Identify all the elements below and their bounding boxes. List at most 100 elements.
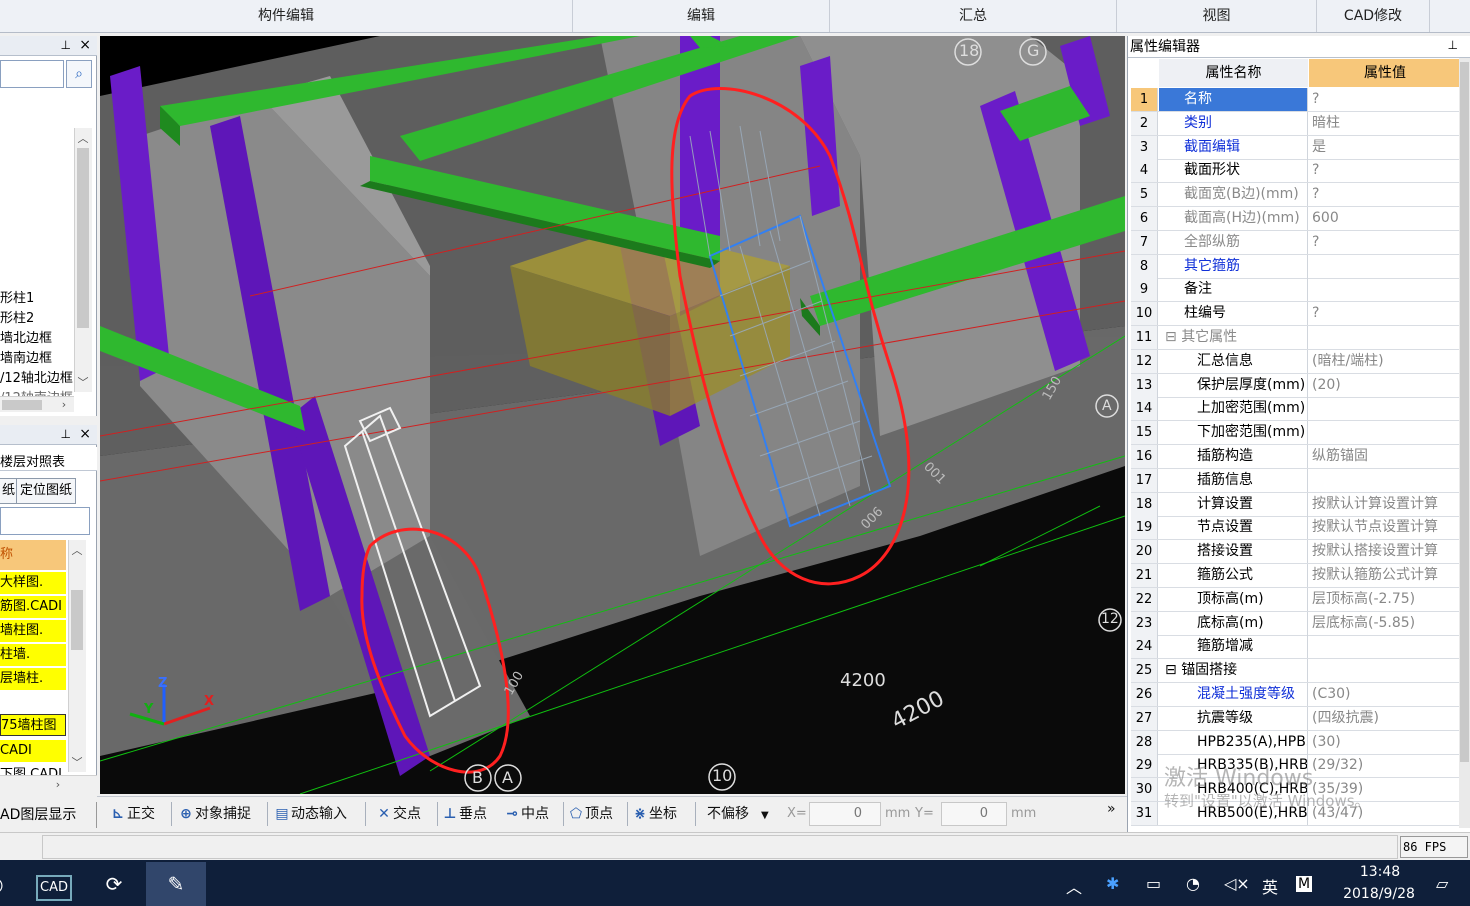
property-row[interactable]: 20 搭接设置 按默认搭接设置计算 (1131, 540, 1461, 565)
property-scrollbar[interactable] (1459, 58, 1470, 828)
property-row[interactable]: 2 类别 暗柱 (1131, 111, 1461, 136)
property-value[interactable] (1309, 659, 1459, 682)
property-row[interactable]: 21 箍筋公式 按默认箍筋公式计算 (1131, 564, 1461, 588)
notification-icon[interactable]: ▱ (1436, 874, 1448, 893)
property-value[interactable]: ? (1309, 88, 1459, 111)
wifi-icon[interactable]: ◔ (1186, 874, 1200, 893)
property-value[interactable]: ? (1309, 302, 1459, 325)
clock-time[interactable]: 13:48 (1350, 864, 1410, 880)
property-row[interactable]: 5 截面宽(B边)(mm)? (1131, 183, 1461, 208)
property-row[interactable]: 13 保护层厚度(mm) (20) (1131, 373, 1461, 398)
property-row[interactable]: 9 备注 (1131, 278, 1461, 303)
menu-view[interactable]: 视图 (1117, 0, 1317, 32)
list-item[interactable]: 筋图.CADI (0, 596, 66, 618)
property-value[interactable] (1309, 469, 1459, 492)
property-row[interactable]: 18 计算设置 按默认计算设置计算 (1131, 492, 1461, 517)
ime-mode-indicator[interactable]: M (1296, 876, 1313, 892)
property-value[interactable] (1309, 326, 1459, 349)
property-row[interactable]: 1 名称? (1131, 88, 1461, 112)
property-value[interactable] (1309, 421, 1459, 444)
property-value[interactable]: 纵筋锚固 (1309, 445, 1459, 468)
locate-paper-button[interactable]: 定位图纸 (16, 478, 77, 504)
chevron-down-icon[interactable]: ﹀ (69, 754, 85, 770)
property-value[interactable]: (暗柱/端柱) (1309, 350, 1459, 373)
property-row[interactable]: 3 截面编辑 是 (1131, 135, 1461, 160)
property-value[interactable]: 层顶标高(-2.75) (1309, 588, 1459, 611)
property-value[interactable] (1309, 278, 1459, 301)
property-value[interactable]: 层底标高(-5.85) (1309, 612, 1459, 635)
property-value[interactable]: (20) (1309, 374, 1459, 397)
property-row[interactable]: 26 混凝土强度等级 (C30) (1131, 683, 1461, 707)
tab-layer-table[interactable]: 楼层对照表 (0, 451, 65, 470)
tree-item[interactable]: 形柱2 (0, 307, 34, 326)
close-icon[interactable]: × (79, 426, 91, 442)
hscroll-thumb[interactable] (2, 400, 42, 410)
property-value[interactable]: 600 (1309, 207, 1459, 230)
paper-scrollbar[interactable]: ︿ ﹀ (68, 540, 86, 772)
scroll-thumb[interactable] (71, 590, 83, 650)
property-value[interactable]: (30) (1309, 731, 1459, 754)
security-icon[interactable]: ✱ (1106, 874, 1119, 893)
ortho-button[interactable]: ⊾ 正交 (109, 802, 155, 826)
menu-cad-modify[interactable]: CAD修改 (1317, 0, 1430, 32)
3d-viewport[interactable]: 18 G A 12 10 B A 4200 4200 150 001 006 1… (100, 36, 1125, 794)
perpendicular-button[interactable]: ⊥ 垂点 (441, 802, 487, 826)
property-value[interactable]: 按默认搭接设置计算 (1309, 540, 1459, 563)
search-button[interactable]: ⌕ (66, 60, 92, 88)
pin-icon[interactable]: ⊥ (61, 38, 71, 52)
browser-app-icon[interactable]: ⟳ (84, 862, 144, 906)
property-row[interactable]: 15 下加密范围(mm) (1131, 421, 1461, 446)
property-row[interactable]: 24 箍筋增减 (1131, 635, 1461, 660)
offset-mode-select[interactable]: 不偏移 ▼ (707, 802, 777, 826)
tree-item[interactable]: 形柱1 (0, 287, 34, 306)
pin-icon[interactable]: ⊥ (61, 427, 71, 441)
property-row[interactable]: 23 底标高(m) 层底标高(-5.85) (1131, 611, 1461, 636)
property-row[interactable]: 7 全部纵筋? (1131, 230, 1461, 255)
list-item[interactable]: 柱墙. (0, 644, 66, 666)
chevron-right-icon[interactable]: › (50, 778, 66, 791)
property-value[interactable] (1309, 635, 1459, 658)
chevron-up-icon[interactable]: ︿ (75, 130, 91, 146)
dynamic-input-button[interactable]: ▤ 动态输入 (273, 802, 347, 826)
tree-item[interactable]: 墙南边框 (0, 347, 52, 366)
property-row[interactable]: 12 汇总信息 (暗柱/端柱) (1131, 349, 1461, 374)
property-value[interactable] (1309, 397, 1459, 420)
tree-item[interactable]: 墙北边框 (0, 327, 52, 346)
list-item[interactable]: CADI (0, 740, 66, 762)
object-snap-button[interactable]: ⊕ 对象捕捉 (177, 802, 251, 826)
property-row[interactable]: 4 截面形状? (1131, 159, 1461, 184)
property-value[interactable]: (C30) (1309, 683, 1459, 706)
volume-icon[interactable]: ◁× (1224, 874, 1250, 893)
y-coordinate-input[interactable]: 0 (941, 802, 1007, 826)
property-row[interactable]: 11 ⊟ 其它属性 (1131, 326, 1461, 350)
property-value[interactable]: (四级抗震) (1309, 707, 1459, 730)
property-value[interactable]: 暗柱 (1309, 112, 1459, 135)
scroll-thumb[interactable] (1460, 62, 1469, 762)
tree-item[interactable]: /12轴北边框 (0, 367, 73, 386)
cad-layer-display-tab[interactable]: AD图层显示 (0, 802, 97, 828)
property-row[interactable]: 28 HPB235(A),HPB3 (30) (1131, 730, 1461, 755)
tree-hscrollbar[interactable]: › (0, 396, 74, 412)
property-row[interactable]: 19 节点设置 按默认节点设置计算 (1131, 516, 1461, 541)
property-row[interactable]: 8 其它箍筋 (1131, 254, 1461, 279)
property-row[interactable]: 27 抗震等级 (四级抗震) (1131, 706, 1461, 731)
property-value[interactable]: 是 (1309, 136, 1459, 159)
tree-scrollbar[interactable]: ︿ ﹀ (74, 128, 92, 392)
vertex-button[interactable]: ⬠ 顶点 (567, 802, 613, 826)
list-item[interactable]: 墙柱图. (0, 620, 66, 642)
scroll-thumb[interactable] (77, 148, 89, 328)
property-value[interactable] (1309, 255, 1459, 278)
property-row[interactable]: 22 顶标高(m) 层顶标高(-2.75) (1131, 587, 1461, 612)
more-button[interactable]: » (1107, 797, 1116, 821)
property-row[interactable]: 14 上加密范围(mm) (1131, 397, 1461, 422)
property-value[interactable]: 按默认箍筋公式计算 (1309, 564, 1459, 587)
chevron-right-icon[interactable]: › (56, 398, 72, 411)
close-icon[interactable]: × (79, 37, 91, 53)
menu-edit[interactable]: 编辑 (573, 0, 830, 32)
property-row[interactable]: 6 截面高(H边)(mm) 600 (1131, 207, 1461, 231)
coordinate-button[interactable]: ⋇ 坐标 (631, 802, 677, 826)
property-value[interactable]: ? (1309, 231, 1459, 254)
collapse-icon[interactable]: ⊟ (1165, 662, 1181, 678)
list-item[interactable]: 75墙柱图 (0, 714, 66, 736)
menu-component-edit[interactable]: 构件编辑 (0, 0, 573, 32)
